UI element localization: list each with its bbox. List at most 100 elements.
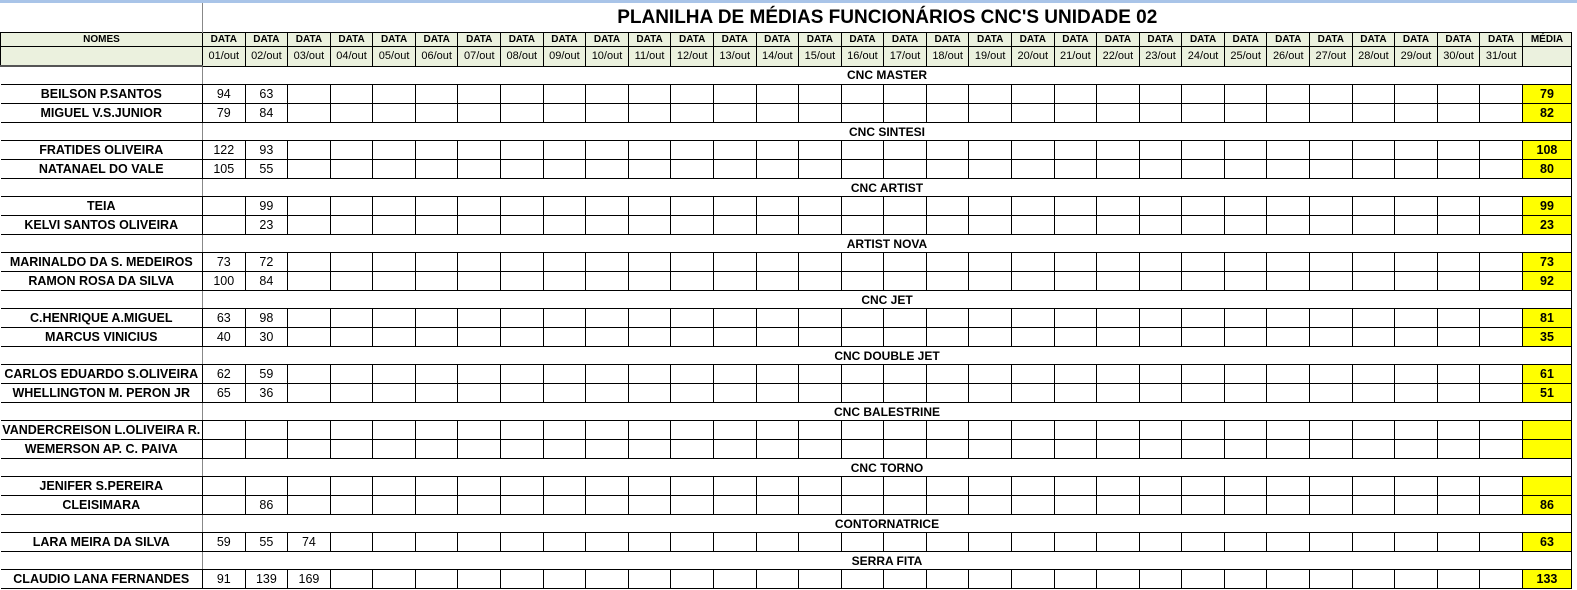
value-cell[interactable] — [883, 569, 927, 589]
value-cell[interactable] — [1436, 383, 1481, 403]
date-cell[interactable]: 11/out — [627, 46, 672, 67]
value-cell[interactable] — [287, 308, 331, 328]
section-blank-cell[interactable] — [0, 514, 203, 533]
value-cell[interactable] — [1096, 569, 1140, 589]
value-cell[interactable] — [1138, 439, 1183, 459]
date-cell[interactable]: 23/out — [1138, 46, 1183, 67]
value-cell[interactable] — [798, 439, 842, 459]
value-cell[interactable] — [1266, 159, 1311, 179]
value-cell[interactable] — [883, 84, 927, 104]
employee-name[interactable]: MIGUEL V.S.JUNIOR — [0, 103, 203, 123]
value-cell[interactable] — [670, 495, 714, 515]
value-cell[interactable] — [1479, 84, 1523, 104]
value-cell[interactable] — [1181, 420, 1225, 440]
value-cell[interactable] — [1053, 383, 1098, 403]
value-cell[interactable] — [1096, 364, 1140, 384]
value-cell[interactable] — [925, 84, 970, 104]
page-title[interactable]: PLANILHA DE MÉDIAS FUNCIONÁRIOS CNC'S UN… — [202, 3, 1572, 33]
value-cell[interactable] — [798, 476, 842, 496]
value-cell[interactable] — [414, 103, 459, 123]
value-cell[interactable] — [1266, 476, 1311, 496]
value-cell[interactable] — [457, 383, 502, 403]
value-cell[interactable] — [202, 420, 246, 440]
value-cell[interactable] — [755, 196, 800, 216]
date-header[interactable]: DATA — [925, 32, 970, 47]
date-header[interactable]: DATA — [202, 32, 246, 47]
value-cell[interactable] — [1010, 308, 1055, 328]
date-header[interactable]: DATA — [1223, 32, 1268, 47]
value-cell[interactable]: 63 — [244, 84, 289, 104]
value-cell[interactable] — [585, 196, 629, 216]
media-cell[interactable]: 35 — [1521, 327, 1573, 347]
value-cell[interactable] — [457, 196, 502, 216]
value-cell[interactable] — [1223, 103, 1268, 123]
date-header[interactable]: DATA — [968, 32, 1012, 47]
value-cell[interactable] — [414, 383, 459, 403]
date-header[interactable]: DATA — [755, 32, 800, 47]
value-cell[interactable] — [1436, 476, 1481, 496]
date-cell[interactable]: 15/out — [798, 46, 842, 67]
media-cell[interactable]: 51 — [1521, 383, 1573, 403]
value-cell[interactable] — [1479, 476, 1523, 496]
value-cell[interactable]: 98 — [244, 308, 289, 328]
value-cell[interactable] — [883, 532, 927, 552]
value-cell[interactable] — [1351, 364, 1396, 384]
value-cell[interactable] — [670, 271, 714, 291]
value-cell[interactable] — [1053, 159, 1098, 179]
value-cell[interactable] — [329, 327, 374, 347]
media-cell[interactable]: 82 — [1521, 103, 1573, 123]
value-cell[interactable] — [329, 215, 374, 235]
value-cell[interactable] — [1181, 364, 1225, 384]
title-blank-cell[interactable] — [1, 3, 203, 33]
value-cell[interactable] — [712, 383, 757, 403]
employee-name[interactable]: VANDERCREISON L.OLIVEIRA R. — [0, 420, 203, 440]
value-cell[interactable] — [1394, 569, 1438, 589]
value-cell[interactable] — [1096, 271, 1140, 291]
value-cell[interactable] — [968, 271, 1012, 291]
value-cell[interactable] — [840, 364, 885, 384]
value-cell[interactable] — [712, 196, 757, 216]
value-cell[interactable] — [287, 476, 331, 496]
value-cell[interactable] — [372, 327, 416, 347]
value-cell[interactable] — [925, 476, 970, 496]
date-cell[interactable]: 12/out — [670, 46, 714, 67]
value-cell[interactable] — [712, 103, 757, 123]
value-cell[interactable] — [1394, 196, 1438, 216]
value-cell[interactable] — [372, 252, 416, 272]
media-cell[interactable]: 133 — [1521, 569, 1573, 589]
value-cell[interactable] — [372, 140, 416, 160]
value-cell[interactable] — [1309, 420, 1353, 440]
value-cell[interactable] — [1181, 308, 1225, 328]
value-cell[interactable] — [840, 327, 885, 347]
value-cell[interactable] — [1394, 420, 1438, 440]
value-cell[interactable] — [627, 495, 672, 515]
value-cell[interactable] — [840, 271, 885, 291]
value-cell[interactable] — [883, 196, 927, 216]
value-cell[interactable] — [798, 103, 842, 123]
value-cell[interactable] — [755, 103, 800, 123]
value-cell[interactable] — [798, 495, 842, 515]
value-cell[interactable] — [542, 420, 587, 440]
value-cell[interactable] — [1181, 252, 1225, 272]
section-blank-cell[interactable] — [0, 234, 203, 253]
value-cell[interactable] — [1223, 252, 1268, 272]
value-cell[interactable] — [1351, 140, 1396, 160]
value-cell[interactable] — [1266, 420, 1311, 440]
media-cell[interactable]: 63 — [1521, 532, 1573, 552]
value-cell[interactable] — [840, 308, 885, 328]
value-cell[interactable] — [627, 308, 672, 328]
value-cell[interactable] — [202, 439, 246, 459]
value-cell[interactable] — [287, 439, 331, 459]
value-cell[interactable] — [1436, 495, 1481, 515]
value-cell[interactable] — [1223, 215, 1268, 235]
value-cell[interactable] — [968, 569, 1012, 589]
value-cell[interactable] — [1351, 84, 1396, 104]
value-cell[interactable] — [968, 159, 1012, 179]
value-cell[interactable]: 84 — [244, 103, 289, 123]
value-cell[interactable] — [1053, 84, 1098, 104]
value-cell[interactable] — [968, 215, 1012, 235]
value-cell[interactable] — [712, 308, 757, 328]
date-cell[interactable]: 26/out — [1266, 46, 1311, 67]
value-cell[interactable] — [414, 271, 459, 291]
value-cell[interactable] — [287, 103, 331, 123]
